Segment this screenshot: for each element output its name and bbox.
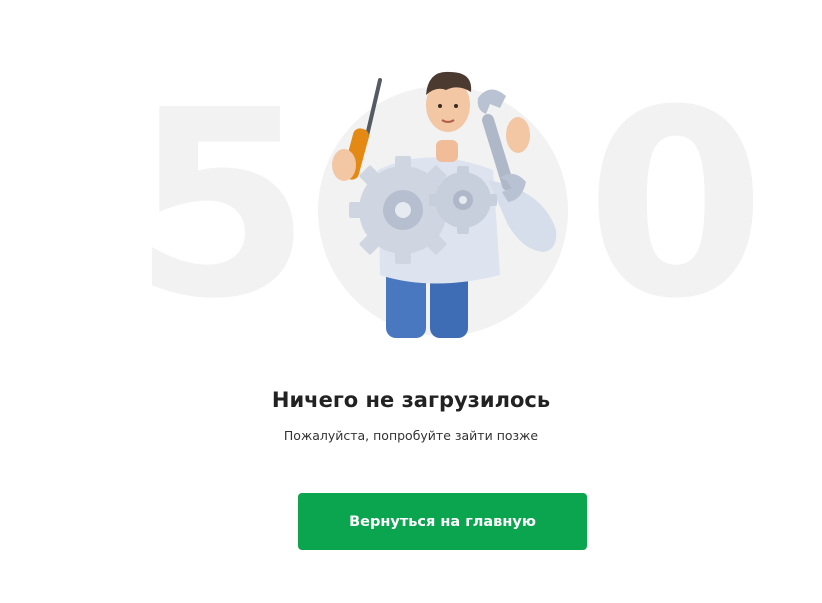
back-to-home-button[interactable]: Вернуться на главную xyxy=(298,493,587,550)
mechanic-with-gears-illustration xyxy=(332,71,557,338)
error-code-digit-last: 0 xyxy=(586,55,766,355)
error-code-digit-first: 5 xyxy=(132,55,312,355)
error-subtitle: Пожалуйста, попробуйте зайти позже xyxy=(283,428,539,443)
error-title: Ничего не загрузилось xyxy=(271,388,551,412)
error-500-page: 5 0 Ничего не загрузилось Пожалуйста, по… xyxy=(0,0,822,603)
